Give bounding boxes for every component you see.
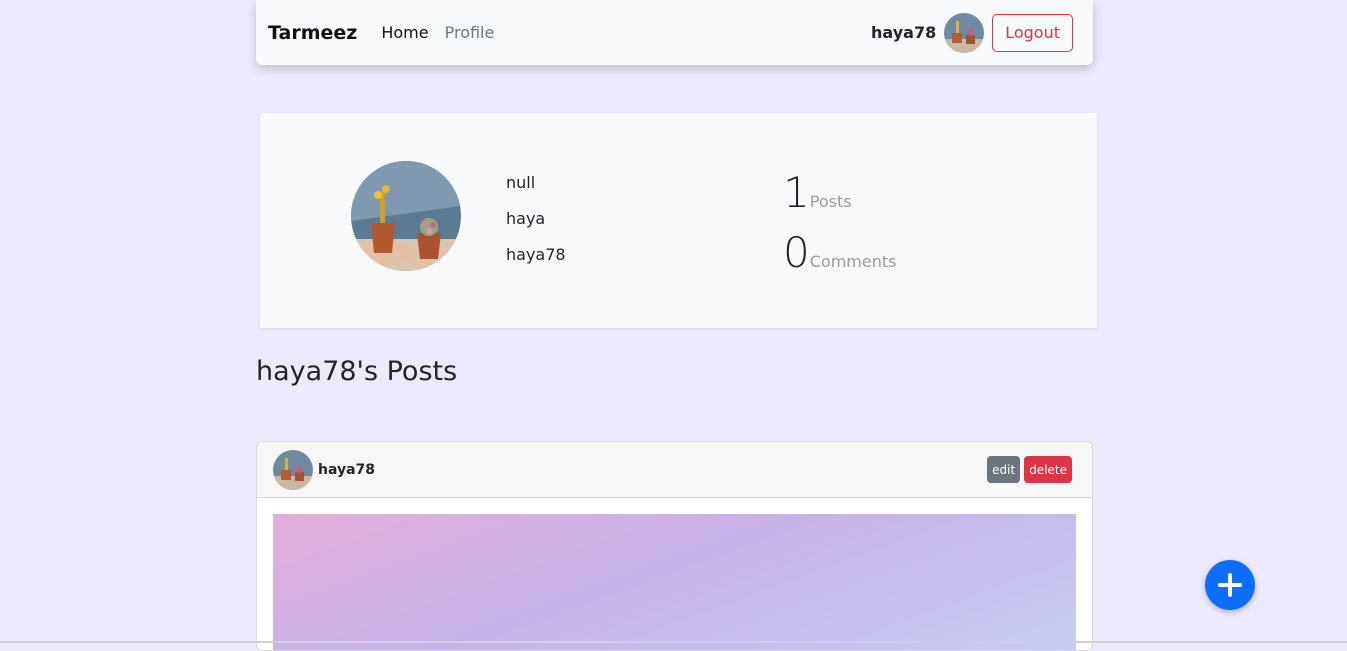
logout-button[interactable]: Logout [992, 13, 1073, 52]
profile-card: null haya haya78 1 Posts 0 Comments [260, 113, 1097, 328]
nav-link-home[interactable]: Home [381, 23, 428, 42]
profile-avatar [351, 161, 461, 271]
posts-stat: 1 Posts [783, 168, 852, 218]
post-header: haya78 edit delete [257, 442, 1092, 498]
navbar-user-area: haya78 Logout [871, 12, 1073, 53]
plus-icon [1218, 573, 1242, 597]
edit-post-button[interactable]: edit [987, 456, 1021, 483]
post-actions: edit delete [983, 456, 1072, 483]
post-body [257, 498, 1092, 650]
comments-count: 0 [783, 228, 810, 277]
profile-email: null [506, 173, 536, 192]
posts-label: Posts [809, 192, 852, 211]
post-author-avatar[interactable] [273, 449, 313, 490]
profile-username: haya78 [506, 245, 566, 264]
add-post-button[interactable] [1205, 560, 1255, 610]
post-author-name[interactable]: haya78 [318, 462, 375, 478]
navbar-username: haya78 [871, 23, 937, 42]
post-card[interactable]: haya78 edit delete [256, 441, 1093, 651]
profile-info: null haya haya78 [506, 173, 566, 281]
profile-name: haya [506, 209, 546, 228]
posts-section-title: haya78's Posts [256, 356, 458, 387]
delete-post-button[interactable]: delete [1024, 456, 1072, 483]
comments-stat: 0 Comments [783, 228, 896, 278]
posts-count: 1 [783, 168, 810, 217]
comments-label: Comments [809, 252, 897, 271]
post-image [273, 514, 1076, 650]
nav-link-profile[interactable]: Profile [445, 23, 495, 42]
navbar-avatar [944, 12, 985, 53]
brand-logo[interactable]: Tarmeez [268, 22, 357, 44]
top-navbar: Tarmeez Home Profile haya78 Logout [256, 0, 1093, 65]
